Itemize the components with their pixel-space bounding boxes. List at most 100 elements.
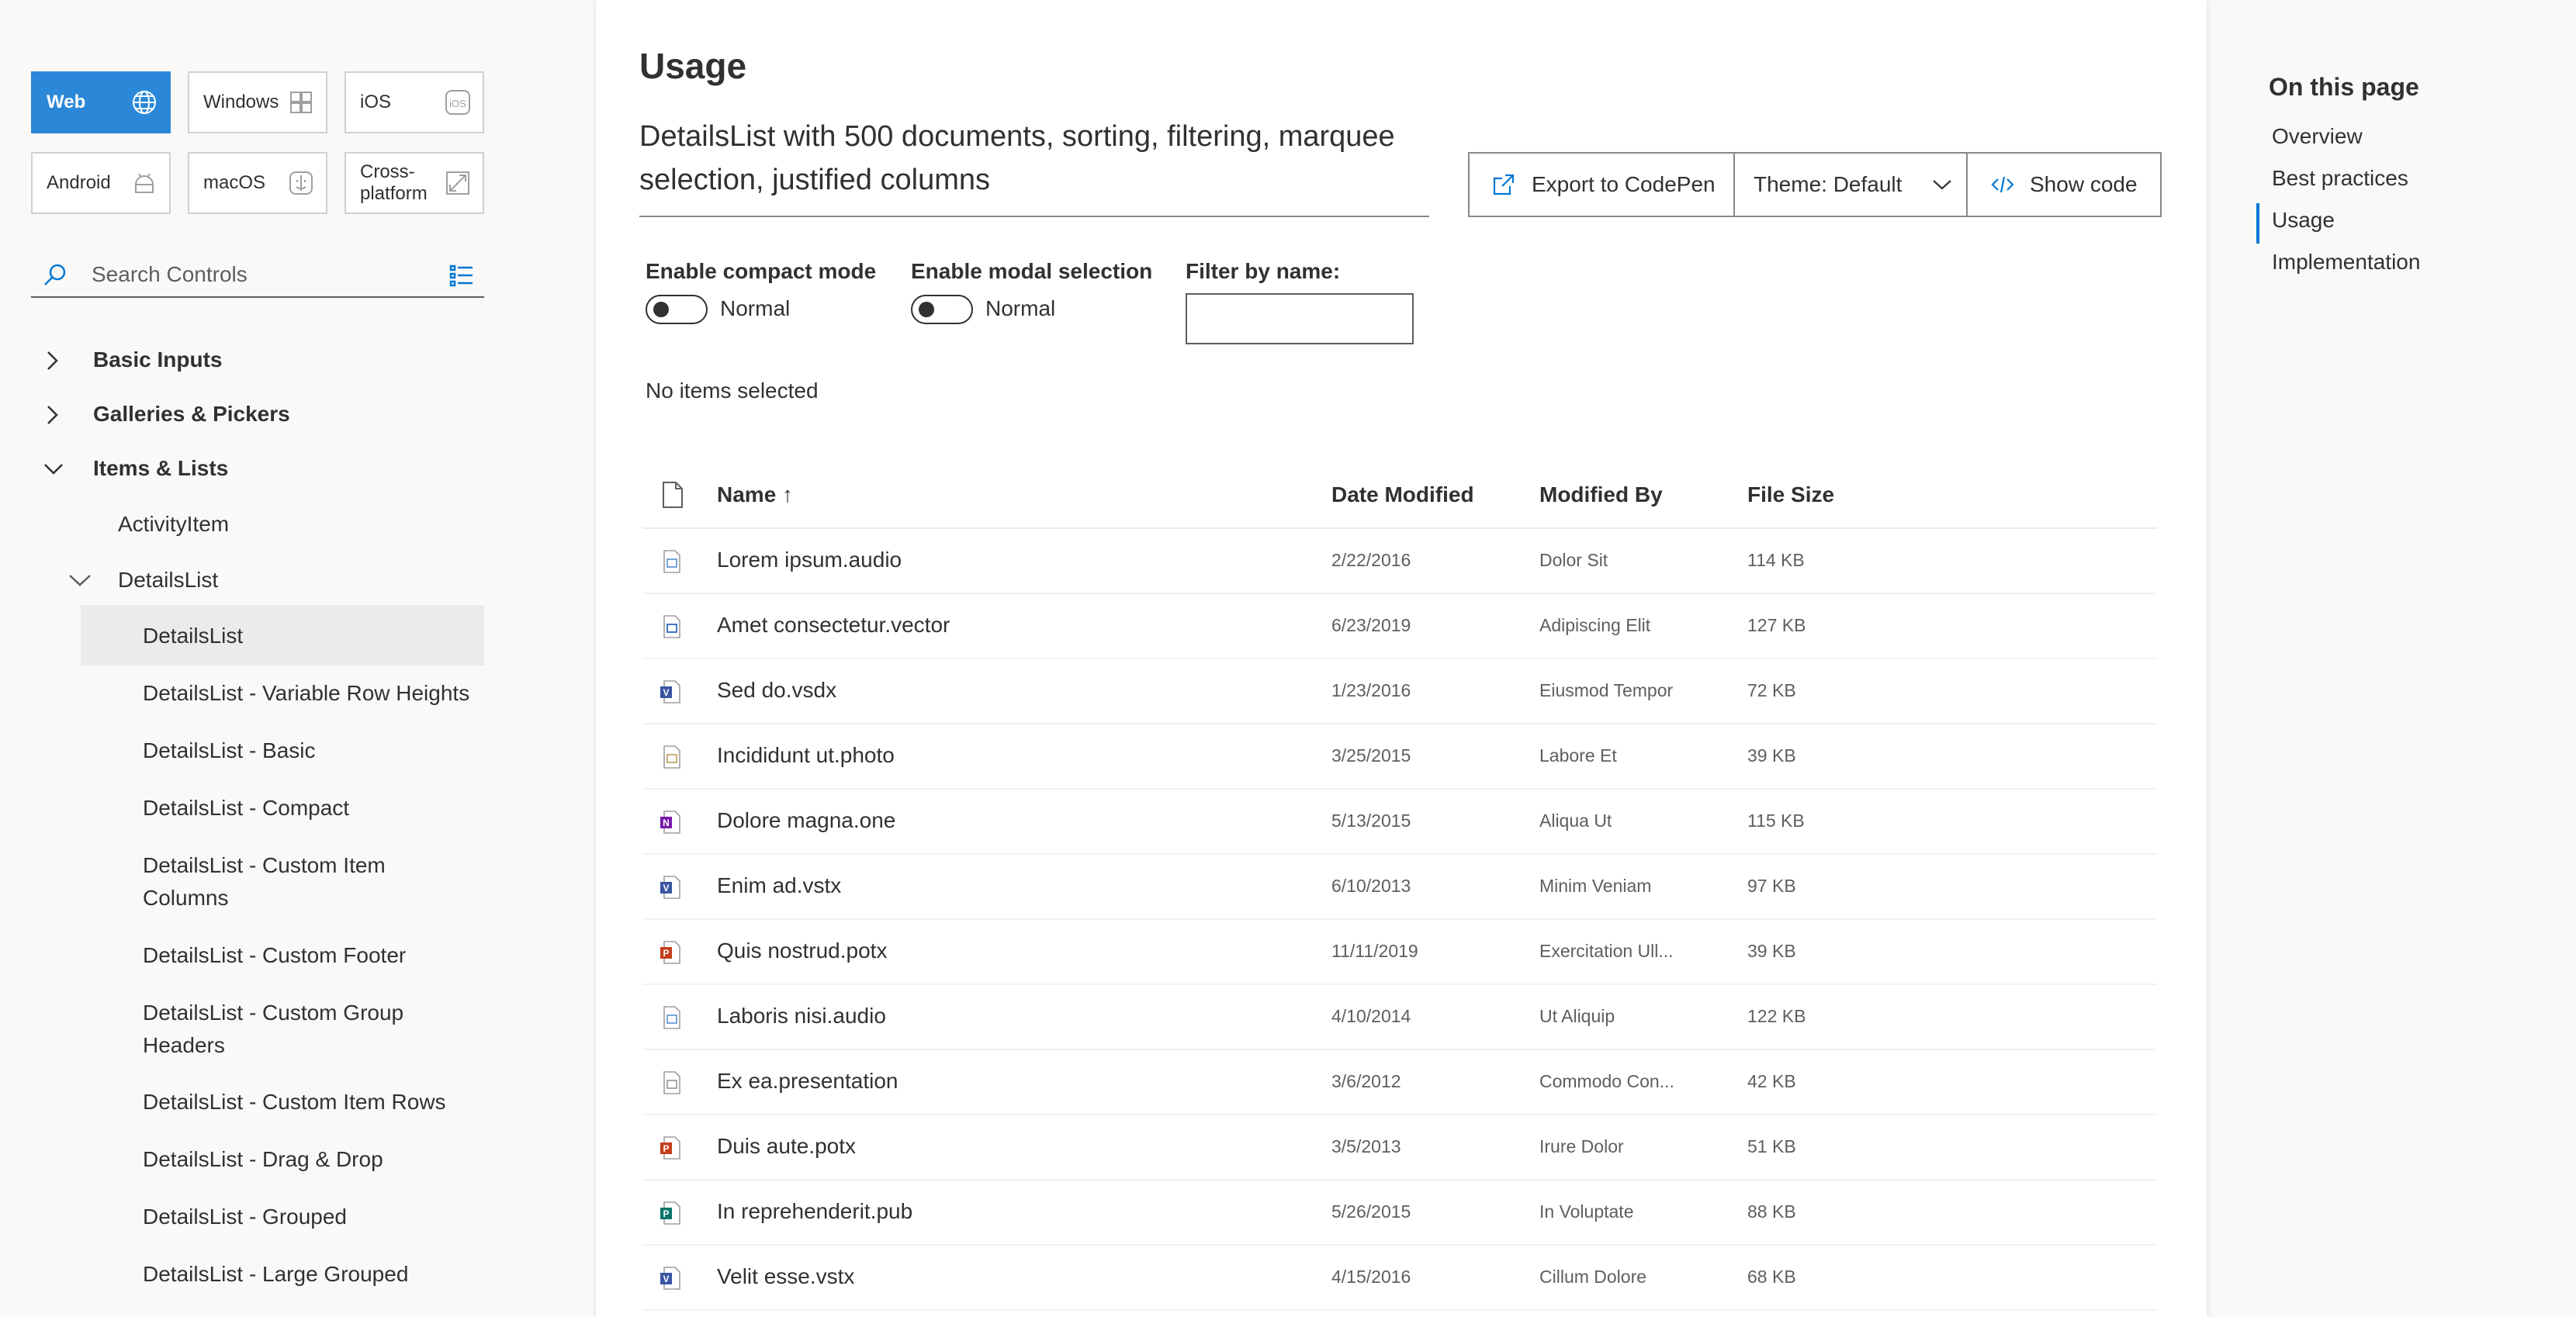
code-icon: [1991, 176, 2014, 193]
nav-item-drag-drop[interactable]: DetailsList - Drag & Drop: [143, 1143, 383, 1176]
toc-item-best-practices[interactable]: Best practices: [2272, 166, 2408, 191]
nav-item-compact[interactable]: DetailsList - Compact: [143, 792, 349, 824]
table-row[interactable]: P In reprehenderit.pub 5/26/2015 In Volupta…: [642, 1180, 2157, 1246]
external-link-icon: [1493, 174, 1515, 195]
row-date-modified: 3/5/2013: [1331, 1136, 1401, 1156]
presentation-file-icon: [663, 1071, 680, 1094]
table-row[interactable]: P Quis nostrud.potx 11/11/2019 Exercitation…: [642, 920, 2157, 985]
toc-item-overview[interactable]: Overview: [2272, 124, 2363, 149]
toc-active-indicator: [2256, 203, 2259, 244]
nav-tree: Basic Inputs Galleries & Pickers Items &…: [31, 334, 484, 496]
list-view-icon[interactable]: [448, 262, 475, 289]
chevron-down-icon: [1933, 180, 1951, 190]
table-row[interactable]: P Duis aute.potx 3/5/2013 Irure Dolor 51 KB: [642, 1115, 2157, 1180]
column-header-date-modified[interactable]: Date Modified: [1331, 482, 1474, 507]
table-row[interactable]: Lorem ipsum.audio 2/22/2016 Dolor Sit 114 K…: [642, 529, 2157, 594]
audio-file-icon: [663, 550, 680, 573]
nav-item-detailslist-parent[interactable]: DetailsList: [118, 564, 218, 596]
svg-text:V: V: [663, 687, 669, 698]
nav-item-detailslist[interactable]: DetailsList: [143, 620, 243, 652]
row-file-size: 114 KB: [1747, 550, 1805, 570]
table-row[interactable]: V Sed do.vsdx 1/23/2016 Eiusmod Tempor 72 KB: [642, 659, 2157, 724]
nav-item-grouped[interactable]: DetailsList - Grouped: [143, 1201, 347, 1233]
table-row[interactable]: Amet consectetur.vector 6/23/2019 Adipisci…: [642, 594, 2157, 659]
table-row[interactable]: Ex ea.presentation 3/6/2012 Commodo Con...…: [642, 1050, 2157, 1115]
row-name[interactable]: Quis nostrud.potx: [717, 938, 887, 963]
nav-item-large-grouped[interactable]: DetailsList - Large Grouped: [143, 1258, 408, 1291]
platform-label: iOS: [360, 92, 392, 112]
nav-item-variable-row-heights[interactable]: DetailsList - Variable Row Heights: [143, 677, 469, 710]
row-name[interactable]: Lorem ipsum.audio: [717, 548, 902, 572]
filter-label: Filter by name:: [1186, 259, 1341, 283]
vector-file-icon: [663, 615, 680, 638]
svg-text:P: P: [663, 1143, 669, 1154]
toc-item-usage[interactable]: Usage: [2272, 208, 2335, 233]
row-date-modified: 4/15/2016: [1331, 1267, 1411, 1287]
theme-dropdown[interactable]: Theme: Default: [1733, 152, 1968, 217]
nav-item-basic[interactable]: DetailsList - Basic: [143, 735, 316, 767]
column-header-modified-by[interactable]: Modified By: [1539, 482, 1663, 507]
row-name[interactable]: Enim ad.vstx: [717, 873, 841, 898]
svg-text:V: V: [663, 1274, 669, 1284]
row-file-size: 68 KB: [1747, 1267, 1796, 1287]
table-row[interactable]: V Enim ad.vstx 6/10/2013 Minim Veniam 97 KB: [642, 855, 2157, 920]
search-icon: [44, 264, 66, 285]
chevron-down-icon: [44, 464, 63, 475]
nav-group-galleries-pickers[interactable]: Galleries & Pickers: [31, 388, 484, 442]
powerpoint-file-icon: P: [660, 1136, 680, 1160]
cross-platform-icon: [446, 171, 469, 195]
nav-group-basic-inputs[interactable]: Basic Inputs: [31, 334, 484, 388]
platform-android-button[interactable]: Android: [31, 152, 171, 214]
platform-cross-platform-button[interactable]: Cross- platform: [345, 152, 484, 214]
row-name[interactable]: Laboris nisi.audio: [717, 1004, 886, 1028]
table-row[interactable]: Incididunt ut.photo 3/25/2015 Labore Et 39 …: [642, 724, 2157, 790]
nav-group-items-lists[interactable]: Items & Lists: [31, 442, 484, 496]
platform-ios-button[interactable]: iOS iOS: [345, 71, 484, 133]
modal-selection-toggle[interactable]: [911, 295, 973, 324]
example-title: DetailsList with 500 documents, sorting,…: [639, 120, 1395, 196]
show-code-label: Show code: [2030, 172, 2138, 196]
visio-file-icon: V: [660, 680, 680, 703]
row-name[interactable]: Sed do.vsdx: [717, 678, 836, 703]
row-name[interactable]: Amet consectetur.vector: [717, 613, 950, 638]
platform-web-button[interactable]: Web: [31, 71, 171, 133]
row-modified-by: Cillum Dolore: [1539, 1267, 1647, 1287]
toc-item-implementation[interactable]: Implementation: [2272, 250, 2420, 275]
row-date-modified: 3/6/2012: [1331, 1071, 1401, 1091]
compact-mode-toggle[interactable]: [646, 295, 708, 324]
row-modified-by: Adipiscing Elit: [1539, 615, 1651, 635]
filter-by-name-input[interactable]: [1186, 293, 1414, 344]
nav-item-custom-item-columns[interactable]: DetailsList - Custom Item Columns: [143, 849, 422, 914]
platform-macos-button[interactable]: macOS: [188, 152, 327, 214]
row-name[interactable]: Velit esse.vstx: [717, 1264, 854, 1289]
column-header-name[interactable]: Name ↑: [717, 482, 793, 507]
modal-selection-label: Enable modal selection: [911, 259, 1153, 283]
chevron-down-icon[interactable]: [68, 572, 92, 588]
search-input[interactable]: [92, 259, 402, 290]
row-file-size: 88 KB: [1747, 1201, 1796, 1222]
row-modified-by: Commodo Con...: [1539, 1071, 1674, 1091]
compact-mode-state: Normal: [720, 296, 791, 320]
row-name[interactable]: Ex ea.presentation: [717, 1069, 898, 1094]
column-header-file-size[interactable]: File Size: [1747, 482, 1834, 507]
export-to-codepen-button[interactable]: Export to CodePen: [1468, 152, 1735, 217]
row-name[interactable]: Duis aute.potx: [717, 1134, 856, 1159]
audio-file-icon: [663, 1006, 680, 1029]
row-date-modified: 5/13/2015: [1331, 811, 1411, 831]
nav-item-custom-item-rows[interactable]: DetailsList - Custom Item Rows: [143, 1086, 446, 1118]
table-row[interactable]: N Dolore magna.one 5/13/2015 Aliqua Ut 115 K…: [642, 790, 2157, 855]
row-date-modified: 1/23/2016: [1331, 680, 1411, 700]
row-name[interactable]: In reprehenderit.pub: [717, 1199, 912, 1224]
file-type-column-icon[interactable]: [661, 481, 684, 509]
nav-item-activityitem[interactable]: ActivityItem: [118, 508, 229, 541]
nav-item-custom-footer[interactable]: DetailsList - Custom Footer: [143, 939, 406, 972]
row-name[interactable]: Incididunt ut.photo: [717, 743, 895, 768]
table-row[interactable]: Laboris nisi.audio 4/10/2014 Ut Aliquip 122…: [642, 985, 2157, 1050]
row-name[interactable]: Dolore magna.one: [717, 808, 895, 833]
table-row[interactable]: V Velit esse.vstx 4/15/2016 Cillum Dolore 68…: [642, 1246, 2157, 1311]
row-date-modified: 4/10/2014: [1331, 1006, 1411, 1026]
show-code-button[interactable]: Show code: [1966, 152, 2162, 217]
platform-windows-button[interactable]: Windows: [188, 71, 327, 133]
nav-item-custom-group-headers[interactable]: DetailsList - Custom Group Headers: [143, 997, 438, 1062]
row-modified-by: Aliqua Ut: [1539, 811, 1612, 831]
